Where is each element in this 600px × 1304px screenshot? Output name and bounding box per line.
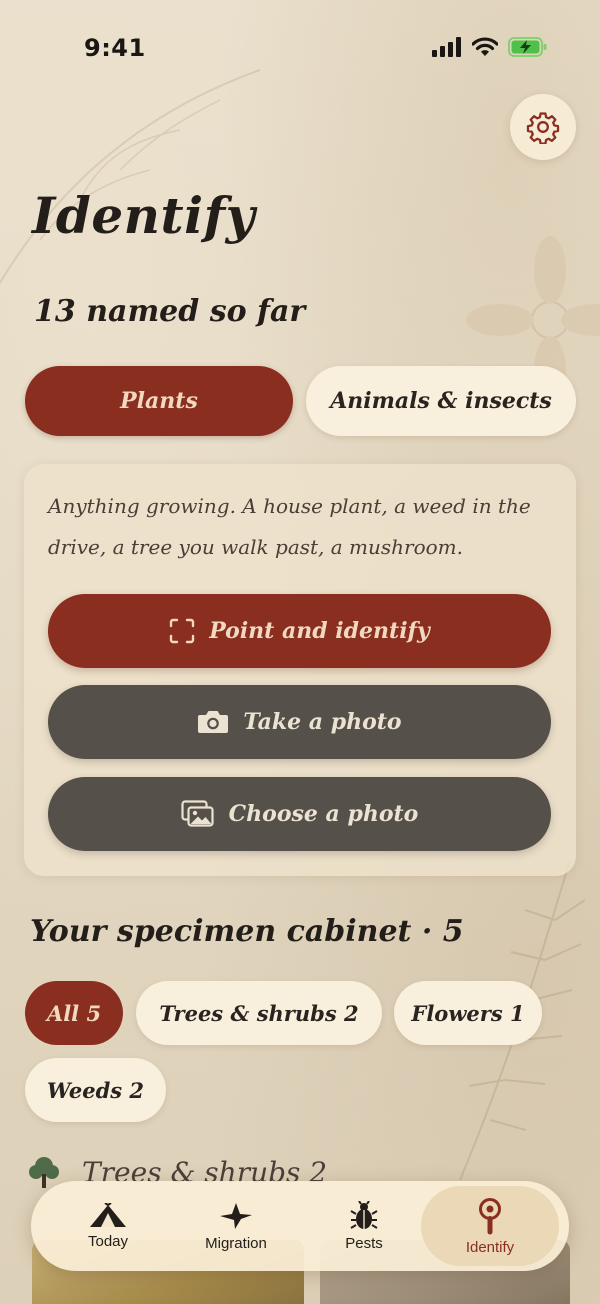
- scan-frame-icon: [170, 618, 195, 644]
- identify-description: Anything growing. A house plant, a weed …: [48, 494, 531, 559]
- tab-identify[interactable]: Identify: [421, 1186, 559, 1266]
- status-bar: 9:41: [0, 0, 600, 96]
- take-photo-label: Take a photo: [243, 709, 402, 735]
- tab-today-label: Today: [87, 1232, 129, 1250]
- filter-chip-trees-shrubs[interactable]: Trees & shrubs 2: [136, 981, 382, 1045]
- filter-chip-weeds[interactable]: Weeds 2: [25, 1058, 166, 1122]
- identified-count: 13 named so far: [34, 294, 306, 329]
- tab-pests-label: Pests: [345, 1234, 383, 1252]
- take-photo-button[interactable]: Take a photo: [48, 685, 551, 759]
- wifi-icon: [472, 37, 498, 56]
- tab-today[interactable]: Today: [43, 1181, 173, 1271]
- camera-icon: [198, 711, 229, 733]
- point-and-identify-button[interactable]: Point and identify: [48, 594, 551, 668]
- choose-photo-label: Choose a photo: [228, 801, 419, 827]
- tab-pests[interactable]: Pests: [299, 1181, 429, 1271]
- tab-migration-label: Migration: [205, 1234, 267, 1252]
- specimen-cabinet-heading: Your specimen cabinet · 5: [30, 914, 464, 949]
- filter-chip-all[interactable]: All 5: [25, 981, 123, 1045]
- choose-photo-button[interactable]: Choose a photo: [48, 777, 551, 851]
- cellular-signal-icon: [432, 37, 461, 57]
- segment-plants[interactable]: Plants: [25, 366, 293, 436]
- magnifier-icon: [479, 1197, 501, 1234]
- filter-chip-flowers[interactable]: Flowers 1: [394, 981, 542, 1045]
- beetle-icon: [350, 1200, 378, 1229]
- battery-charging-icon: [508, 37, 547, 57]
- photo-library-icon: [181, 800, 214, 827]
- tab-migration[interactable]: Migration: [171, 1181, 301, 1271]
- gear-icon: [526, 112, 560, 144]
- page-title: Identify: [32, 186, 256, 245]
- tent-icon: [90, 1202, 126, 1227]
- tab-bar: Today Migration Pests Identify: [31, 1181, 569, 1271]
- bird-icon: [220, 1202, 252, 1229]
- tab-identify-label: Identify: [465, 1238, 515, 1256]
- identify-card: Anything growing. A house plant, a weed …: [24, 464, 576, 876]
- status-icons: [432, 37, 548, 57]
- settings-button[interactable]: [510, 94, 576, 160]
- point-and-identify-label: Point and identify: [209, 618, 430, 644]
- segment-animals-insects[interactable]: Animals & insects: [306, 366, 576, 436]
- status-time: 9:41: [84, 34, 146, 62]
